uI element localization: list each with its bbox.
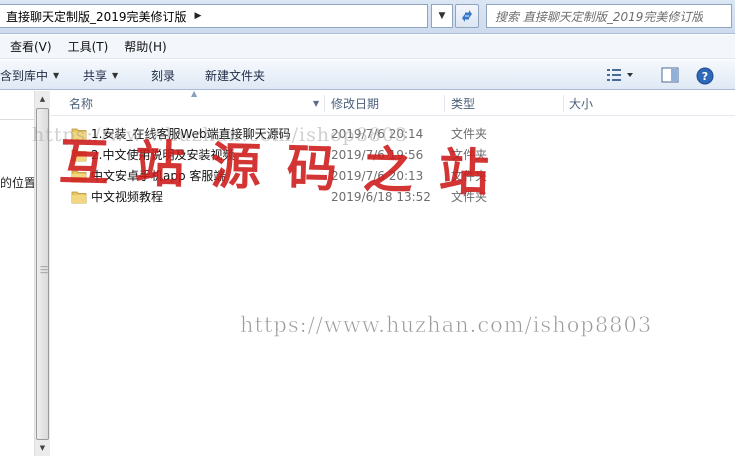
scroll-up-icon[interactable]: ▲: [35, 91, 50, 107]
file-date: 2019/7/6 19:56: [331, 148, 424, 162]
folder-icon: [71, 170, 87, 183]
file-name: 2.中文使用说明及安装视频: [91, 148, 235, 162]
table-row[interactable]: 2.中文使用说明及安装视频 2019/7/6 19:56 文件夹: [51, 145, 735, 166]
new-folder-button[interactable]: 新建文件夹: [205, 60, 265, 90]
file-name: 1.安装_在线客服Web端直接聊天源码: [91, 127, 291, 141]
list-view-icon: [607, 69, 633, 81]
chevron-right-icon[interactable]: ▶: [195, 11, 202, 21]
share-button[interactable]: 共享 ▼: [83, 60, 118, 90]
column-name-label: 名称: [69, 97, 94, 111]
view-options-button[interactable]: [606, 67, 636, 83]
chevron-down-icon: ▼: [438, 11, 446, 21]
column-header-name[interactable]: 名称: [69, 91, 319, 116]
refresh-icon: [462, 10, 472, 22]
menu-bar: 查看(V) 工具(T) 帮助(H): [0, 35, 735, 59]
file-date: 2019/7/6 20:14: [331, 127, 424, 141]
help-icon: ?: [696, 67, 714, 85]
help-button[interactable]: ?: [696, 67, 714, 85]
nav-scrollbar[interactable]: ▲ — — — ▼: [34, 91, 50, 456]
file-type: 文件夹: [451, 169, 488, 183]
column-headers: ▲ 名称 ▼ 修改日期 类型 大小: [51, 89, 735, 116]
column-header-size[interactable]: 大小: [569, 91, 669, 116]
refresh-button[interactable]: [455, 4, 479, 28]
include-in-library-button[interactable]: 含到库中 ▼: [0, 60, 59, 90]
menu-tools[interactable]: 工具(T): [68, 38, 109, 55]
folder-icon: [71, 191, 87, 204]
address-history-dropdown[interactable]: ▼: [431, 4, 453, 28]
column-header-type[interactable]: 类型: [451, 91, 561, 116]
share-label: 共享: [83, 68, 108, 83]
column-header-date[interactable]: 修改日期: [331, 91, 441, 116]
scroll-down-icon[interactable]: ▼: [35, 440, 50, 456]
file-date: 2019/7/6 20:13: [331, 169, 424, 183]
folder-icon: [71, 128, 87, 141]
search-box[interactable]: 搜索 直接聊天定制版_2019完美修订版: [486, 4, 732, 28]
chevron-down-icon: ▼: [112, 70, 119, 80]
column-size-label: 大小: [569, 97, 594, 111]
address-bar-row: 直接聊天定制版_2019完美修订版 ▶ ▼ 搜索 直接聊天定制版_2019完美修…: [0, 0, 735, 34]
table-row[interactable]: 1.安装_在线客服Web端直接聊天源码 2019/7/6 20:14 文件夹: [51, 124, 735, 145]
address-bar[interactable]: 直接聊天定制版_2019完美修订版 ▶: [0, 4, 428, 28]
address-path[interactable]: 直接聊天定制版_2019完美修订版: [6, 8, 187, 25]
menu-view[interactable]: 查看(V): [10, 38, 52, 55]
search-input[interactable]: 搜索 直接聊天定制版_2019完美修订版: [495, 8, 703, 25]
include-in-library-label: 含到库中: [0, 68, 49, 83]
svg-text:?: ?: [702, 70, 708, 83]
file-list: ▲ 名称 ▼ 修改日期 类型 大小 1.安装_在线客服Web端直接聊天源码 20…: [51, 89, 735, 456]
preview-pane-icon: [661, 67, 679, 83]
nav-item-places[interactable]: 的位置: [0, 174, 36, 191]
burn-button[interactable]: 刻录: [151, 60, 175, 90]
chevron-down-icon: ▼: [53, 70, 60, 80]
preview-pane-button[interactable]: [661, 67, 679, 83]
folder-icon: [71, 149, 87, 162]
new-folder-label: 新建文件夹: [205, 68, 266, 83]
nav-divider: [0, 119, 34, 120]
file-date: 2019/6/18 13:52: [331, 190, 431, 204]
column-divider[interactable]: [444, 95, 445, 112]
file-type: 文件夹: [451, 148, 488, 162]
file-name: 中文安卓手机app 客服端: [91, 169, 226, 183]
file-type: 文件夹: [451, 127, 488, 141]
file-name: 中文视频教程: [91, 190, 164, 204]
table-row[interactable]: 中文视频教程 2019/6/18 13:52 文件夹: [51, 187, 735, 208]
grip-icon: — — —: [40, 262, 48, 277]
column-divider[interactable]: [324, 95, 325, 112]
burn-label: 刻录: [151, 68, 176, 83]
chevron-down-icon[interactable]: ▼: [313, 99, 319, 108]
column-divider[interactable]: [563, 95, 564, 112]
file-type: 文件夹: [451, 190, 488, 204]
table-row[interactable]: 中文安卓手机app 客服端 2019/7/6 20:13 文件夹: [51, 166, 735, 187]
scroll-thumb[interactable]: — — —: [36, 108, 49, 440]
menu-help[interactable]: 帮助(H): [124, 38, 166, 55]
command-bar: 含到库中 ▼ 共享 ▼ 刻录 新建文件夹 ?: [0, 60, 735, 90]
column-date-label: 修改日期: [331, 97, 380, 111]
column-type-label: 类型: [451, 97, 476, 111]
